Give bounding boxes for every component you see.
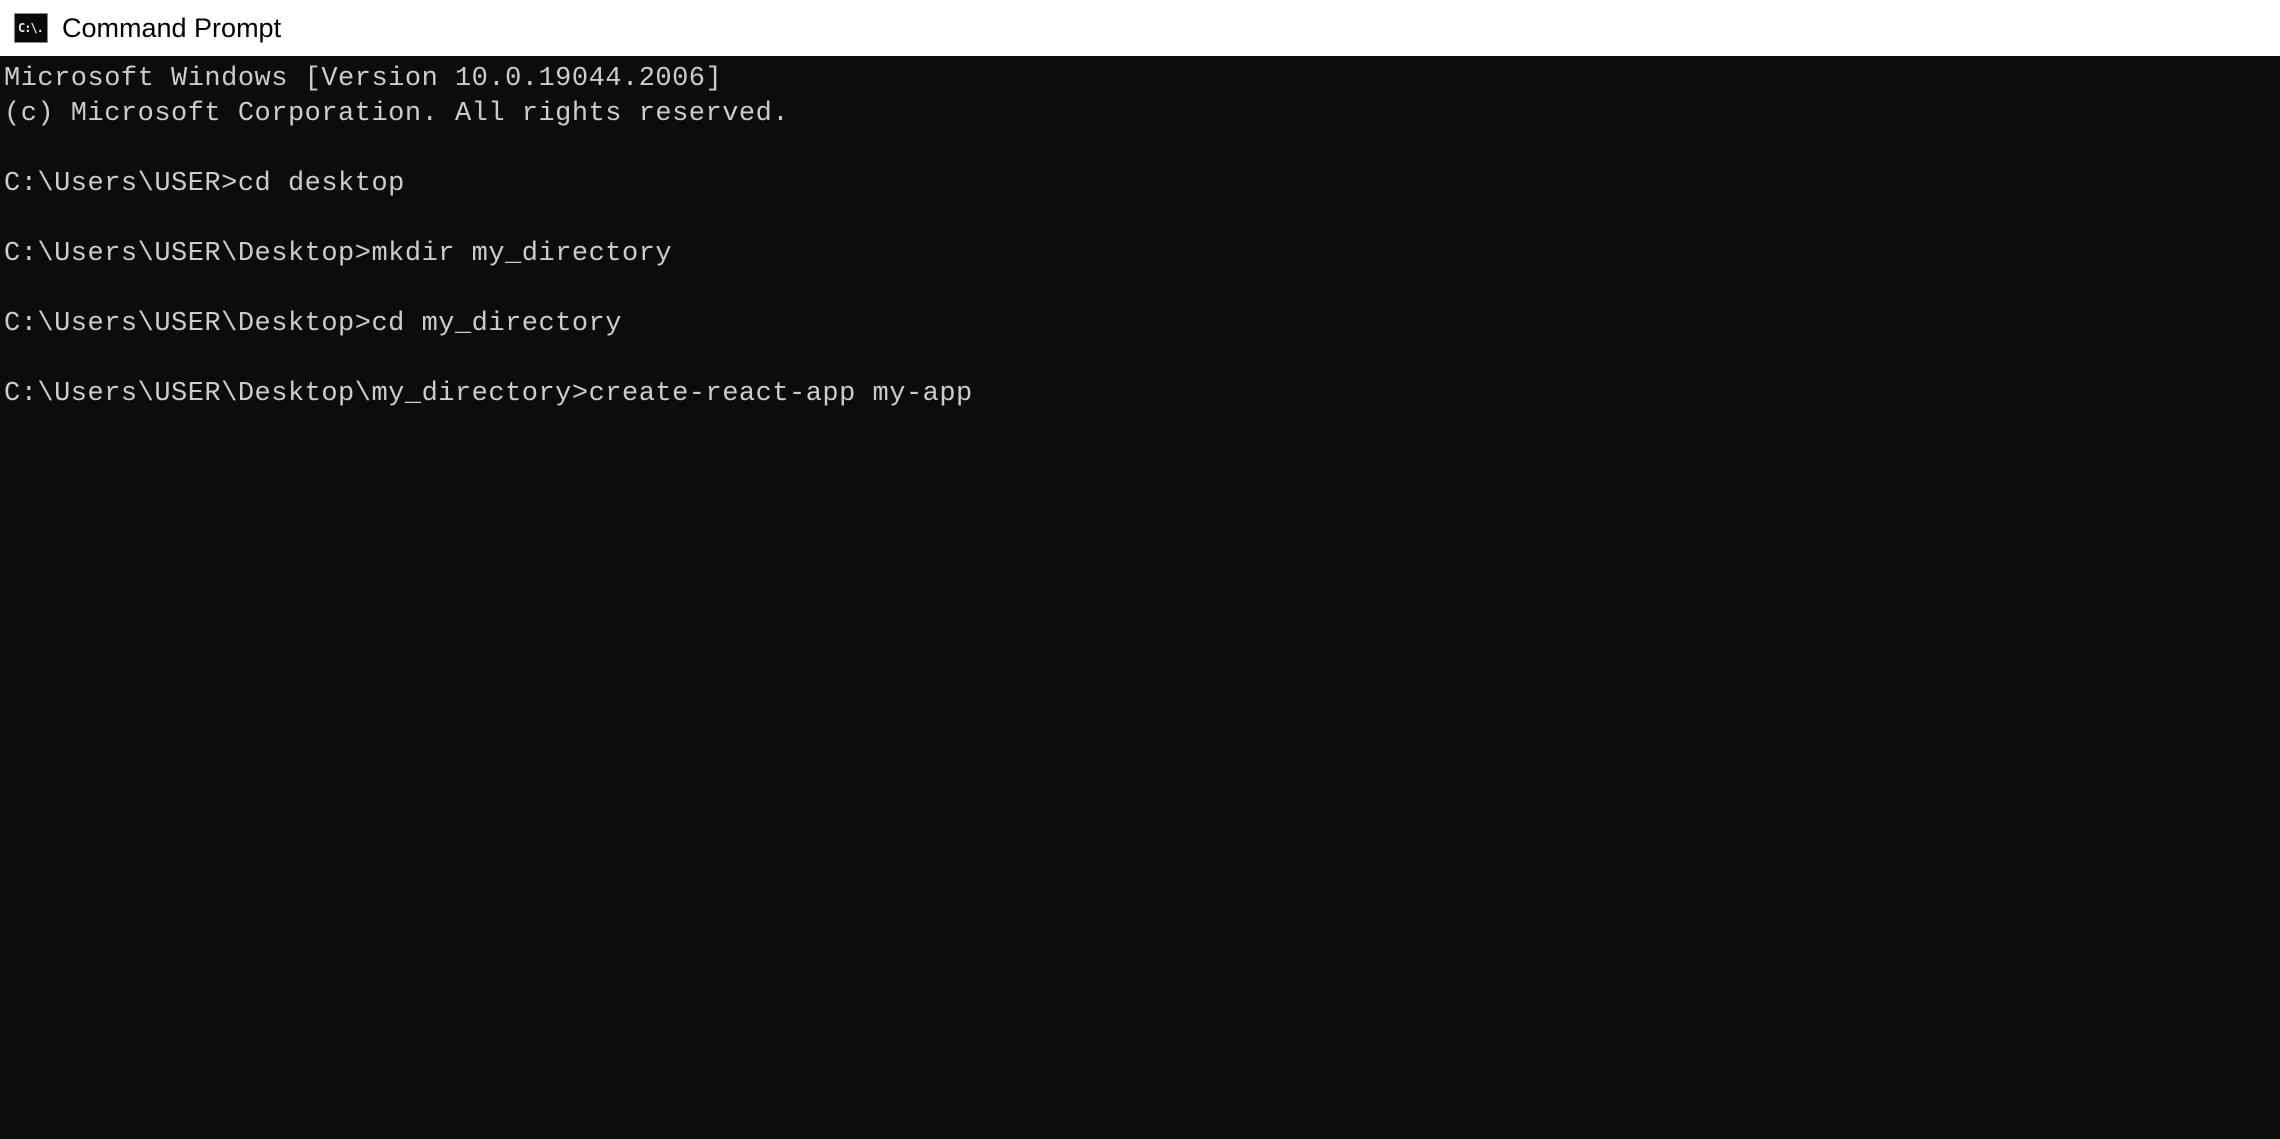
terminal-command: cd my_directory [371,309,622,339]
terminal-prompt: C:\Users\USER> [4,169,238,199]
terminal-command-line: C:\Users\USER\Desktop>cd my_directory [4,307,2276,342]
command-prompt-window: C:\. Command Prompt Microsoft Windows [V… [0,0,2280,1139]
command-prompt-icon: C:\. [14,13,48,43]
terminal-output-line: (c) Microsoft Corporation. All rights re… [4,97,2276,132]
terminal-prompt: C:\Users\USER\Desktop\my_directory> [4,379,589,409]
terminal-blank-line [4,202,2276,237]
window-title: Command Prompt [62,13,281,44]
terminal-prompt: C:\Users\USER\Desktop> [4,309,371,339]
terminal-output-line: Microsoft Windows [Version 10.0.19044.20… [4,62,2276,97]
app-icon-label: C:\. [18,22,43,34]
terminal-area[interactable]: Microsoft Windows [Version 10.0.19044.20… [0,56,2280,1139]
terminal-command: cd desktop [238,169,405,199]
titlebar[interactable]: C:\. Command Prompt [0,0,2280,56]
terminal-command-line: C:\Users\USER\Desktop>mkdir my_directory [4,237,2276,272]
terminal-command: create-react-app my-app [589,379,973,409]
terminal-blank-line [4,132,2276,167]
terminal-prompt: C:\Users\USER\Desktop> [4,239,371,269]
terminal-command: mkdir my_directory [371,239,672,269]
terminal-blank-line [4,272,2276,307]
terminal-blank-line [4,342,2276,377]
terminal-command-line: C:\Users\USER\Desktop\my_directory>creat… [4,377,2276,412]
terminal-command-line: C:\Users\USER>cd desktop [4,167,2276,202]
